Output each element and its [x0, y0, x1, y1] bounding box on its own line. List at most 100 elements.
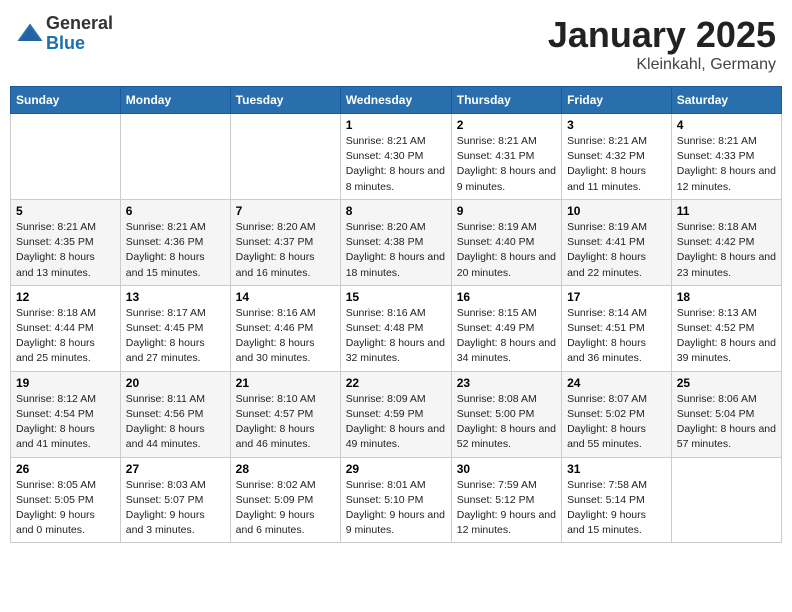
day-info: Sunrise: 8:20 AMSunset: 4:38 PMDaylight:…: [346, 220, 446, 281]
calendar-day-cell: 20 Sunrise: 8:11 AMSunset: 4:56 PMDayligh…: [120, 371, 230, 457]
day-number: 19: [16, 376, 115, 390]
day-number: 24: [567, 376, 666, 390]
calendar-day-cell: 28 Sunrise: 8:02 AMSunset: 5:09 PMDayligh…: [230, 457, 340, 543]
day-number: 8: [346, 204, 446, 218]
calendar-day-cell: 29 Sunrise: 8:01 AMSunset: 5:10 PMDayligh…: [340, 457, 451, 543]
calendar-day-cell: 13 Sunrise: 8:17 AMSunset: 4:45 PMDayligh…: [120, 285, 230, 371]
day-info: Sunrise: 8:17 AMSunset: 4:45 PMDaylight:…: [126, 306, 225, 367]
calendar-day-cell: 31 Sunrise: 7:58 AMSunset: 5:14 PMDayligh…: [562, 457, 672, 543]
calendar-day-cell: 16 Sunrise: 8:15 AMSunset: 4:49 PMDayligh…: [451, 285, 561, 371]
logo-general: General: [46, 14, 113, 34]
day-number: 13: [126, 290, 225, 304]
calendar-day-cell: 9 Sunrise: 8:19 AMSunset: 4:40 PMDaylight…: [451, 199, 561, 285]
day-info: Sunrise: 8:21 AMSunset: 4:32 PMDaylight:…: [567, 134, 666, 195]
calendar-day-cell: 26 Sunrise: 8:05 AMSunset: 5:05 PMDayligh…: [11, 457, 121, 543]
day-info: Sunrise: 8:06 AMSunset: 5:04 PMDaylight:…: [677, 392, 776, 453]
calendar-day-cell: 24Sunrise: 8:07 AMSunset: 5:02 PMDayligh…: [562, 371, 672, 457]
calendar-day-cell: 4 Sunrise: 8:21 AMSunset: 4:33 PMDaylight…: [671, 114, 781, 200]
day-number: 7: [236, 204, 335, 218]
day-number: 9: [457, 204, 556, 218]
day-info: Sunrise: 8:18 AMSunset: 4:44 PMDaylight:…: [16, 306, 115, 367]
calendar-day-cell: 12 Sunrise: 8:18 AMSunset: 4:44 PMDayligh…: [11, 285, 121, 371]
calendar-day-cell: 21 Sunrise: 8:10 AMSunset: 4:57 PMDayligh…: [230, 371, 340, 457]
weekday-header: Thursday: [451, 87, 561, 114]
day-info: Sunrise: 8:19 AMSunset: 4:40 PMDaylight:…: [457, 220, 556, 281]
calendar-subtitle: Kleinkahl, Germany: [548, 56, 776, 74]
day-info: Sunrise: 8:03 AMSunset: 5:07 PMDaylight:…: [126, 478, 225, 539]
title-block: January 2025 Kleinkahl, Germany: [548, 14, 776, 74]
day-number: 28: [236, 462, 335, 476]
day-number: 25: [677, 376, 776, 390]
weekday-header: Saturday: [671, 87, 781, 114]
day-info: Sunrise: 8:21 AMSunset: 4:33 PMDaylight:…: [677, 134, 776, 195]
calendar-day-cell: 25 Sunrise: 8:06 AMSunset: 5:04 PMDayligh…: [671, 371, 781, 457]
day-info: Sunrise: 8:01 AMSunset: 5:10 PMDaylight:…: [346, 478, 446, 539]
day-info: Sunrise: 8:21 AMSunset: 4:35 PMDaylight:…: [16, 220, 115, 281]
calendar-day-cell: [230, 114, 340, 200]
day-number: 4: [677, 118, 776, 132]
day-info: Sunrise: 8:18 AMSunset: 4:42 PMDaylight:…: [677, 220, 776, 281]
logo-blue: Blue: [46, 34, 113, 54]
day-number: 30: [457, 462, 556, 476]
day-info: Sunrise: 8:21 AMSunset: 4:31 PMDaylight:…: [457, 134, 556, 195]
day-info: Sunrise: 7:58 AMSunset: 5:14 PMDaylight:…: [567, 478, 666, 539]
day-number: 11: [677, 204, 776, 218]
calendar-week-row: 1Sunrise: 8:21 AMSunset: 4:30 PMDaylight…: [11, 114, 782, 200]
day-number: 6: [126, 204, 225, 218]
calendar-day-cell: [671, 457, 781, 543]
day-info: Sunrise: 8:13 AMSunset: 4:52 PMDaylight:…: [677, 306, 776, 367]
day-number: 12: [16, 290, 115, 304]
weekday-header: Monday: [120, 87, 230, 114]
day-info: Sunrise: 7:59 AMSunset: 5:12 PMDaylight:…: [457, 478, 556, 539]
calendar-day-cell: 8 Sunrise: 8:20 AMSunset: 4:38 PMDaylight…: [340, 199, 451, 285]
calendar-day-cell: 10Sunrise: 8:19 AMSunset: 4:41 PMDayligh…: [562, 199, 672, 285]
day-info: Sunrise: 8:11 AMSunset: 4:56 PMDaylight:…: [126, 392, 225, 453]
weekday-header: Friday: [562, 87, 672, 114]
logo-icon: [16, 20, 44, 48]
calendar-table: SundayMondayTuesdayWednesdayThursdayFrid…: [10, 86, 782, 543]
day-info: Sunrise: 8:15 AMSunset: 4:49 PMDaylight:…: [457, 306, 556, 367]
day-number: 18: [677, 290, 776, 304]
day-info: Sunrise: 8:16 AMSunset: 4:48 PMDaylight:…: [346, 306, 446, 367]
day-info: Sunrise: 8:09 AMSunset: 4:59 PMDaylight:…: [346, 392, 446, 453]
day-number: 26: [16, 462, 115, 476]
header: General Blue January 2025 Kleinkahl, Ger…: [10, 10, 782, 78]
day-info: Sunrise: 8:02 AMSunset: 5:09 PMDaylight:…: [236, 478, 335, 539]
weekday-header: Wednesday: [340, 87, 451, 114]
day-info: Sunrise: 8:12 AMSunset: 4:54 PMDaylight:…: [16, 392, 115, 453]
weekday-header: Sunday: [11, 87, 121, 114]
calendar-day-cell: 1Sunrise: 8:21 AMSunset: 4:30 PMDaylight…: [340, 114, 451, 200]
day-info: Sunrise: 8:16 AMSunset: 4:46 PMDaylight:…: [236, 306, 335, 367]
day-number: 21: [236, 376, 335, 390]
day-info: Sunrise: 8:10 AMSunset: 4:57 PMDaylight:…: [236, 392, 335, 453]
calendar-day-cell: 2 Sunrise: 8:21 AMSunset: 4:31 PMDaylight…: [451, 114, 561, 200]
calendar-week-row: 12 Sunrise: 8:18 AMSunset: 4:44 PMDayligh…: [11, 285, 782, 371]
day-number: 5: [16, 204, 115, 218]
day-info: Sunrise: 8:14 AMSunset: 4:51 PMDaylight:…: [567, 306, 666, 367]
calendar-day-cell: 11 Sunrise: 8:18 AMSunset: 4:42 PMDayligh…: [671, 199, 781, 285]
calendar-day-cell: 5 Sunrise: 8:21 AMSunset: 4:35 PMDaylight…: [11, 199, 121, 285]
weekday-header: Tuesday: [230, 87, 340, 114]
logo-text: General Blue: [46, 14, 113, 54]
calendar-day-cell: 30 Sunrise: 7:59 AMSunset: 5:12 PMDayligh…: [451, 457, 561, 543]
calendar-day-cell: 27Sunrise: 8:03 AMSunset: 5:07 PMDayligh…: [120, 457, 230, 543]
day-number: 10: [567, 204, 666, 218]
day-number: 29: [346, 462, 446, 476]
calendar-day-cell: 23 Sunrise: 8:08 AMSunset: 5:00 PMDayligh…: [451, 371, 561, 457]
day-number: 2: [457, 118, 556, 132]
day-number: 31: [567, 462, 666, 476]
calendar-week-row: 19 Sunrise: 8:12 AMSunset: 4:54 PMDayligh…: [11, 371, 782, 457]
day-info: Sunrise: 8:20 AMSunset: 4:37 PMDaylight:…: [236, 220, 335, 281]
day-number: 3: [567, 118, 666, 132]
day-number: 1: [346, 118, 446, 132]
day-info: Sunrise: 8:05 AMSunset: 5:05 PMDaylight:…: [16, 478, 115, 539]
day-number: 23: [457, 376, 556, 390]
day-number: 16: [457, 290, 556, 304]
day-number: 20: [126, 376, 225, 390]
calendar-week-row: 5 Sunrise: 8:21 AMSunset: 4:35 PMDaylight…: [11, 199, 782, 285]
calendar-day-cell: 6Sunrise: 8:21 AMSunset: 4:36 PMDaylight…: [120, 199, 230, 285]
calendar-day-cell: 17Sunrise: 8:14 AMSunset: 4:51 PMDayligh…: [562, 285, 672, 371]
weekday-header-row: SundayMondayTuesdayWednesdayThursdayFrid…: [11, 87, 782, 114]
day-info: Sunrise: 8:08 AMSunset: 5:00 PMDaylight:…: [457, 392, 556, 453]
calendar-day-cell: [11, 114, 121, 200]
